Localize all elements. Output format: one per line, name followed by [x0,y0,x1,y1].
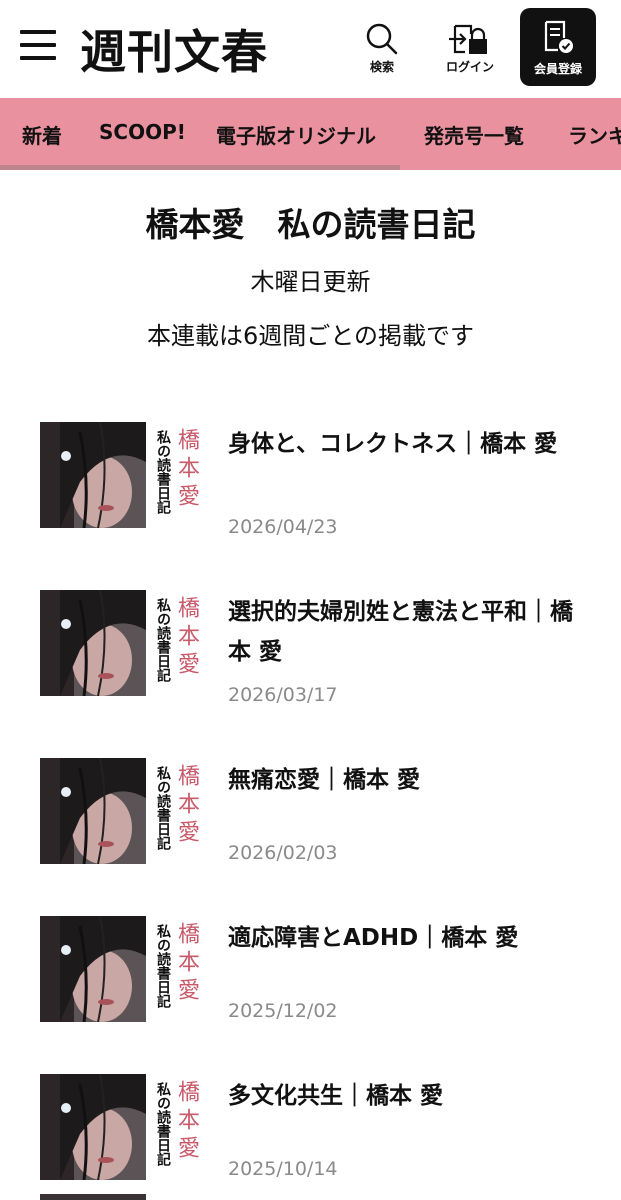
hamburger-menu-icon[interactable] [20,30,58,60]
article-date: 2025/12/02 [228,1000,338,1022]
update-schedule: 木曜日更新 [250,268,371,296]
article-title[interactable]: 多文化共生｜橋本 愛 [228,1076,578,1116]
article-date: 2026/02/03 [228,842,338,864]
nav-item-new[interactable]: 新着 [22,120,62,149]
list-item[interactable]: 私の読書日記 橋本愛 無痛恋愛｜橋本 愛 2026/02/03 [0,758,621,908]
thumb-series-text: 私の読書日記 [155,430,171,514]
article-title[interactable]: 選択的夫婦別姓と憲法と平和｜橋本 愛 [228,592,578,672]
login-icon [449,24,487,54]
thumb-author-text: 橋本愛 [174,596,199,680]
thumb-author-text: 橋本愛 [174,1080,199,1164]
article-date: 2026/03/17 [228,684,338,706]
article-thumbnail[interactable]: 私の読書日記 橋本愛 [40,916,200,1022]
list-item[interactable]: 私の読書日記 橋本愛 身体と、コレクトネス｜橋本 愛 2026/04/23 [0,422,621,572]
portrait-photo [40,916,146,1022]
article-date: 2026/04/23 [228,516,338,538]
thumb-series-text: 私の読書日記 [155,1082,171,1166]
nav-item-ranking[interactable]: ランキ [568,120,621,149]
article-title[interactable]: 適応障害とADHD｜橋本 愛 [228,918,578,958]
article-thumbnail[interactable]: 私の読書日記 橋本愛 [40,590,200,696]
category-nav: 新着 SCOOP! 電子版オリジナル 発売号一覧 ランキ [0,98,621,170]
thumb-author-text: 橋本愛 [174,428,199,512]
login-label: ログイン [445,60,494,74]
site-logo[interactable]: 週刊文春 [80,16,268,82]
nav-item-digital-original[interactable]: 電子版オリジナル [216,120,376,149]
article-title[interactable]: 身体と、コレクトネス｜橋本 愛 [228,424,578,464]
site-header: 週刊文春 検索 ログイン 会員登録 [0,0,621,98]
list-item[interactable]: 私の読書日記 橋本愛 適応障害とADHD｜橋本 愛 2025/12/02 [0,916,621,1066]
search-button[interactable]: 検索 [352,18,412,78]
article-date: 2025/10/14 [228,1158,338,1180]
portrait-photo [40,1194,146,1200]
portrait-photo [40,590,146,696]
register-document-icon [544,20,573,53]
nav-scroll-indicator [0,165,400,170]
thumb-series-text: 私の読書日記 [155,924,171,1008]
list-item[interactable]: 私の読書日記 橋本愛 多文化共生｜橋本 愛 2025/10/14 [0,1074,621,1200]
article-thumbnail[interactable]: 私の読書日記 橋本愛 [40,758,200,864]
publication-note: 本連載は6週間ごとの掲載です [146,322,475,350]
thumb-series-text: 私の読書日記 [155,598,171,682]
portrait-photo [40,758,146,864]
portrait-photo [40,422,146,528]
article-thumbnail[interactable]: 私の読書日記 橋本愛 [40,1074,200,1180]
thumb-author-text: 橋本愛 [174,922,199,1006]
nav-item-issues[interactable]: 発売号一覧 [424,120,524,149]
page-title: 橋本愛 私の読書日記 [145,205,476,244]
list-item[interactable] [0,1194,621,1200]
member-register-label: 会員登録 [533,62,582,76]
search-label: 検索 [369,60,394,74]
login-button[interactable]: ログイン [440,18,500,78]
list-item[interactable]: 私の読書日記 橋本愛 選択的夫婦別姓と憲法と平和｜橋本 愛 2026/03/17 [0,590,621,740]
member-register-button[interactable]: 会員登録 [520,8,596,86]
thumb-series-text: 私の読書日記 [155,766,171,850]
article-thumbnail[interactable]: 私の読書日記 橋本愛 [40,422,200,528]
search-icon [366,23,398,55]
thumb-author-text: 橋本愛 [174,764,199,848]
article-title[interactable]: 無痛恋愛｜橋本 愛 [228,760,578,800]
portrait-photo [40,1074,146,1180]
nav-item-scoop[interactable]: SCOOP! [99,120,186,144]
